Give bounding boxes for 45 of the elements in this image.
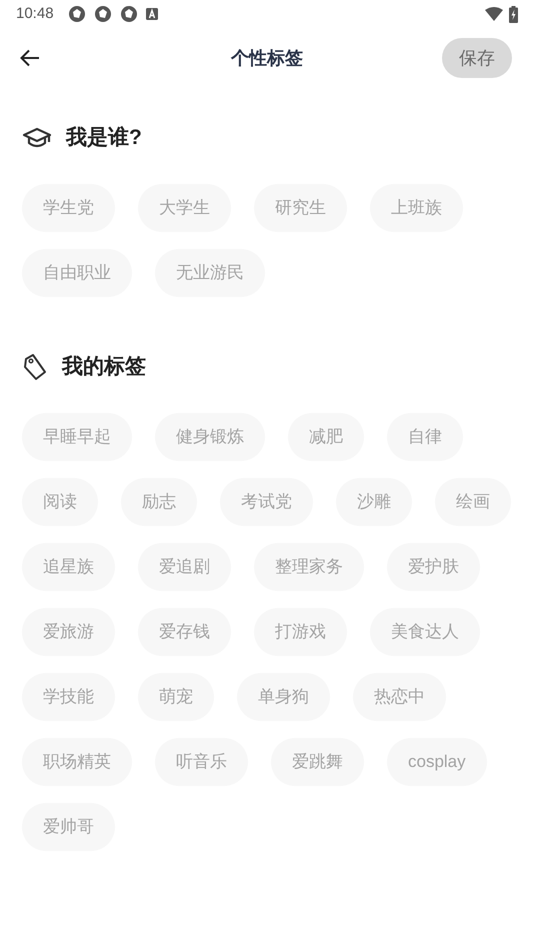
tag-chip[interactable]: 美食达人 bbox=[370, 608, 480, 656]
letter-a-icon bbox=[146, 8, 158, 20]
tag-chip[interactable]: 自由职业 bbox=[22, 249, 132, 297]
tag-chip[interactable]: 整理家务 bbox=[254, 543, 364, 591]
tag-chip[interactable]: 爱护肤 bbox=[387, 543, 480, 591]
save-button[interactable]: 保存 bbox=[442, 38, 512, 78]
section-title: 我是谁? bbox=[66, 125, 142, 152]
tag-chip[interactable]: 听音乐 bbox=[155, 738, 248, 786]
tag-chip[interactable]: 萌宠 bbox=[138, 673, 214, 721]
tag-chip[interactable]: 阅读 bbox=[22, 478, 98, 526]
tag-chip[interactable]: 热恋中 bbox=[353, 673, 446, 721]
status-time: 10:48 bbox=[16, 4, 54, 24]
tag-chip[interactable]: cosplay bbox=[387, 738, 487, 786]
tag-chip[interactable]: 健身锻炼 bbox=[155, 413, 265, 461]
tag-chip[interactable]: 爱存钱 bbox=[138, 608, 231, 656]
battery-charging-icon bbox=[509, 6, 518, 22]
tag-chip[interactable]: 考试党 bbox=[220, 478, 313, 526]
tag-chip[interactable]: 绘画 bbox=[435, 478, 511, 526]
price-tag-icon bbox=[22, 353, 48, 381]
tag-chip[interactable]: 自律 bbox=[387, 413, 463, 461]
aperture-icon bbox=[68, 5, 86, 23]
tag-chip[interactable]: 早睡早起 bbox=[22, 413, 132, 461]
tag-chip[interactable]: 追星族 bbox=[22, 543, 115, 591]
tag-chip[interactable]: 爱旅游 bbox=[22, 608, 115, 656]
tag-chip[interactable]: 爱帅哥 bbox=[22, 803, 115, 851]
tag-chip[interactable]: 励志 bbox=[121, 478, 197, 526]
page-title: 个性标签 bbox=[231, 46, 303, 70]
tag-chip[interactable]: 减肥 bbox=[288, 413, 364, 461]
tag-chip[interactable]: 上班族 bbox=[370, 184, 463, 232]
back-arrow-icon bbox=[20, 49, 40, 67]
tag-chip[interactable]: 职场精英 bbox=[22, 738, 132, 786]
tag-chip[interactable]: 沙雕 bbox=[336, 478, 412, 526]
aperture-icon bbox=[94, 5, 112, 23]
tag-chip[interactable]: 学生党 bbox=[22, 184, 115, 232]
tag-chip[interactable]: 无业游民 bbox=[155, 249, 265, 297]
tag-chip[interactable]: 爱追剧 bbox=[138, 543, 231, 591]
wifi-icon bbox=[485, 7, 503, 21]
tag-chip[interactable]: 学技能 bbox=[22, 673, 115, 721]
tag-chip[interactable]: 单身狗 bbox=[237, 673, 330, 721]
tag-chip[interactable]: 大学生 bbox=[138, 184, 231, 232]
tag-chip[interactable]: 爱跳舞 bbox=[271, 738, 364, 786]
section-title: 我的标签 bbox=[62, 354, 146, 380]
aperture-icon bbox=[120, 5, 138, 23]
tag-chip[interactable]: 打游戏 bbox=[254, 608, 347, 656]
tag-chip[interactable]: 研究生 bbox=[254, 184, 347, 232]
